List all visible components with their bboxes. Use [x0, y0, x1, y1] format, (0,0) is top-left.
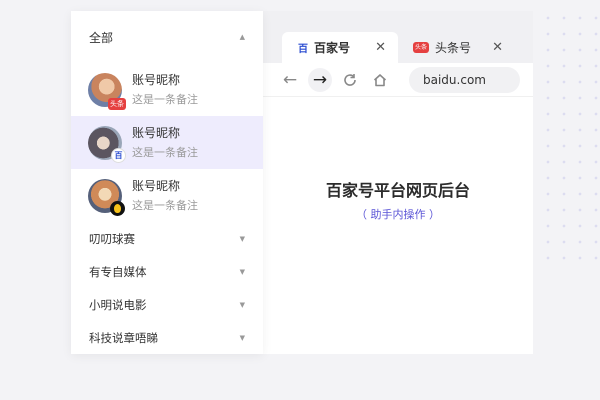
account-item-3[interactable]: 账号昵称 这是一条备注	[71, 169, 263, 222]
reload-icon[interactable]	[335, 65, 365, 95]
decorative-dot-grid	[540, 10, 600, 260]
page-subtitle: （ 助手内操作 ）	[356, 208, 440, 221]
browser-window: 百 百家号 ✕ 头条 头条号 ✕ ← → baidu.com 百家号平台网页后台…	[263, 11, 533, 354]
account-name: 账号昵称	[132, 72, 181, 87]
back-arrow-icon[interactable]: ←	[275, 65, 305, 95]
account-item-2[interactable]: 百 账号昵称 这是一条备注	[71, 116, 263, 169]
browser-toolbar: ← →	[263, 63, 533, 97]
stage: 全部 ▲ 头条 账号昵称 这是一条备注 百 账号昵称 这是一条备注 账号昵称 这…	[0, 0, 600, 400]
avatar: 头条	[88, 72, 126, 110]
group-all-label: 全部	[89, 30, 114, 45]
account-name: 账号昵称	[132, 125, 181, 140]
caret-up-icon: ▲	[239, 33, 245, 41]
tab-title: 头条号	[435, 41, 472, 55]
forward-arrow-icon[interactable]: →	[308, 67, 332, 92]
accounts-panel: 全部 ▲ 头条 账号昵称 这是一条备注 百 账号昵称 这是一条备注 账号昵称 这…	[71, 11, 263, 354]
caret-down-icon: ▼	[239, 300, 245, 309]
account-item-1[interactable]: 头条 账号昵称 这是一条备注	[71, 63, 263, 116]
avatar: 百	[88, 125, 126, 163]
group-item-2[interactable]: 有专自媒体 ▼	[71, 255, 263, 288]
avatar	[88, 178, 125, 216]
page-title: 百家号平台网页后台	[325, 181, 470, 200]
group-label: 叨叨球赛	[89, 231, 135, 246]
account-note: 这是一条备注	[132, 145, 198, 159]
group-item-1[interactable]: 叨叨球赛 ▼	[71, 222, 263, 255]
toutiao-favicon-icon: 头条	[413, 42, 430, 53]
group-item-3[interactable]: 小明说电影 ▼	[71, 288, 263, 321]
close-icon[interactable]: ✕	[490, 40, 505, 55]
group-item-4[interactable]: 科技说章唔睇 ▼	[71, 321, 263, 354]
account-note: 这是一条备注	[132, 198, 198, 212]
tab-toutiao[interactable]: 头条 头条号 ✕	[411, 32, 507, 63]
group-label: 小明说电影	[89, 297, 147, 312]
qq-badge-icon	[110, 200, 125, 216]
group-label: 有专自媒体	[89, 264, 147, 279]
tab-baijiahao[interactable]: 百 百家号 ✕	[282, 32, 398, 63]
account-name: 账号昵称	[132, 178, 181, 193]
caret-down-icon: ▼	[239, 234, 245, 243]
account-note: 这是一条备注	[132, 92, 198, 106]
tab-bar: 百 百家号 ✕ 头条 头条号 ✕	[263, 11, 533, 63]
address-bar-input[interactable]	[409, 66, 520, 93]
baijiahao-badge-icon: 百	[111, 147, 126, 163]
page-content: 百家号平台网页后台 （ 助手内操作 ）	[263, 97, 533, 354]
tab-title: 百家号	[314, 41, 351, 55]
group-label: 科技说章唔睇	[89, 330, 158, 345]
close-icon[interactable]: ✕	[373, 40, 388, 55]
baijiahao-favicon-icon: 百	[298, 44, 308, 55]
caret-down-icon: ▼	[239, 333, 245, 342]
home-icon[interactable]	[365, 65, 395, 95]
group-all-header[interactable]: 全部 ▲	[71, 11, 263, 63]
toutiao-badge-icon: 头条	[108, 97, 126, 110]
caret-down-icon: ▼	[239, 267, 245, 276]
